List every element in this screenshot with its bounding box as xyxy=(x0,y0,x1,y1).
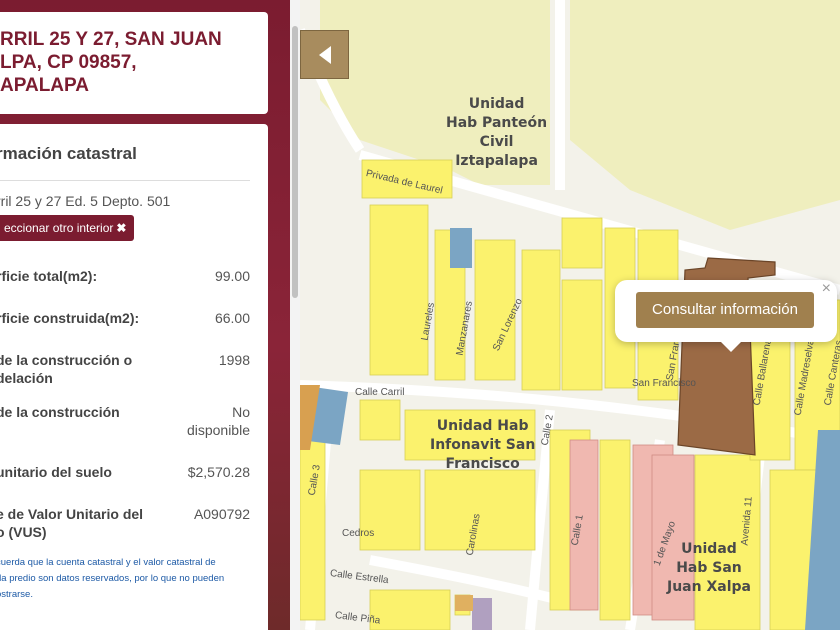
info-value: 66.00 xyxy=(214,310,250,326)
reselect-interior-button[interactable]: eccionar otro interior ✖ xyxy=(0,215,135,241)
chevron-left-icon xyxy=(319,46,331,64)
street-label: Cedros xyxy=(342,528,375,539)
close-x-icon: ✖ xyxy=(116,221,127,235)
info-value: No disponible xyxy=(186,404,250,438)
address-line-3: APALAPA xyxy=(0,75,90,96)
info-row-built-area: rficie construida(m2): 66.00 xyxy=(0,309,250,327)
address-line-1: RRIL 25 Y 27, SAN JUAN xyxy=(0,29,222,50)
cadastral-info-card: rmación catastral rril 25 y 27 Ed. 5 Dep… xyxy=(0,124,268,630)
info-row-construction: de la construcción No disponible xyxy=(0,403,250,439)
reselect-label: eccionar otro interior xyxy=(4,221,114,235)
info-value: A090792 xyxy=(193,506,250,522)
address-card: RRIL 25 Y 27, SAN JUAN LPA, CP 09857, AP… xyxy=(0,12,268,114)
privacy-note: cuerda que la cuenta catastral y el valo… xyxy=(0,557,225,600)
map-label-infonavit: Unidad Hab Infonavit San Francisco xyxy=(430,418,536,472)
info-label: e de Valor Unitario del o (VUS) xyxy=(0,506,144,540)
panel-scrollbar[interactable] xyxy=(290,0,300,630)
info-row-land-value: unitario del suelo $2,570.28 xyxy=(0,463,250,481)
info-value: 99.00 xyxy=(214,268,250,284)
address-line-2: LPA, CP 09857, xyxy=(0,52,137,73)
collapse-panel-button[interactable] xyxy=(300,30,349,79)
divider xyxy=(0,180,250,181)
info-label: rficie total(m2): xyxy=(0,268,98,284)
info-row-construction-year: de la construcción o delación 1998 xyxy=(0,351,250,387)
info-title: rmación catastral xyxy=(0,144,137,163)
street-label: Calle Carril xyxy=(355,387,405,398)
popup-close-icon[interactable]: × xyxy=(822,280,831,298)
scrollbar-thumb[interactable] xyxy=(292,26,298,298)
info-row-vus-key: e de Valor Unitario del o (VUS) A090792 xyxy=(0,505,250,541)
map-label-xalpa: Unidad Hab San Juan Xalpa xyxy=(667,541,751,595)
info-label: de la construcción xyxy=(0,404,120,420)
info-label: unitario del suelo xyxy=(0,464,112,480)
side-panel: RRIL 25 Y 27, SAN JUAN LPA, CP 09857, AP… xyxy=(0,0,300,630)
info-label: rficie construida(m2): xyxy=(0,310,140,326)
map-label-panteon: Unidad Hab Panteón Civil Iztapalapa xyxy=(446,96,548,169)
info-row-total-area: rficie total(m2): 99.00 xyxy=(0,267,250,285)
info-popup: Consultar información × xyxy=(615,280,837,352)
map-view[interactable]: Unidad Hab Panteón Civil Iztapalapa Unidad … xyxy=(300,0,840,630)
info-value: 1998 xyxy=(218,352,250,368)
info-label: de la construcción o delación xyxy=(0,352,133,386)
unit-address: rril 25 y 27 Ed. 5 Depto. 501 xyxy=(0,193,171,209)
consult-info-button[interactable]: Consultar información xyxy=(636,292,814,328)
street-label: San Francisco xyxy=(632,378,696,389)
info-value: $2,570.28 xyxy=(187,464,250,480)
